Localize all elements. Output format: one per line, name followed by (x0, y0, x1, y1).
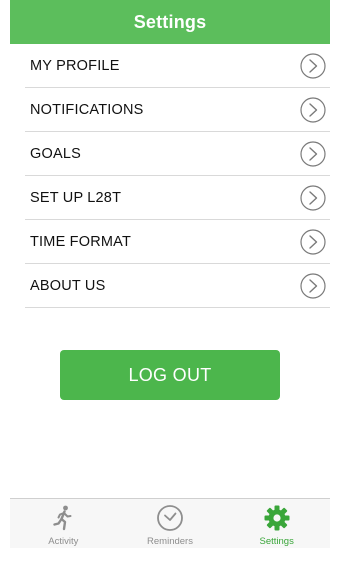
chevron-right-icon (300, 52, 326, 79)
menu-item-notifications[interactable]: NOTIFICATIONS (25, 88, 330, 132)
gear-icon (264, 505, 290, 531)
tab-activity[interactable]: Activity (10, 499, 117, 548)
menu-item-my-profile[interactable]: MY PROFILE (25, 44, 330, 88)
runner-icon (53, 505, 72, 531)
tab-settings[interactable]: Settings (223, 499, 330, 548)
chevron-right-icon (300, 96, 326, 123)
logout-button[interactable]: LOG OUT (60, 350, 280, 400)
page-title: Settings (133, 11, 207, 32)
menu-item-label: MY PROFILE (30, 57, 120, 74)
chevron-right-icon (300, 184, 326, 211)
menu-item-about-us[interactable]: ABOUT US (25, 264, 330, 308)
header-bar: Settings (10, 0, 330, 44)
tab-bar: Activity Reminders Settings (10, 498, 330, 548)
menu-item-set-up-l28t[interactable]: SET UP L28T (25, 176, 330, 220)
menu-item-time-format[interactable]: TIME FORMAT (25, 220, 330, 264)
menu-item-goals[interactable]: GOALS (25, 132, 330, 176)
settings-menu: MY PROFILE NOTIFICATIONS GOALS SET UP L2… (25, 44, 330, 308)
chevron-right-icon (300, 228, 326, 255)
tab-reminders[interactable]: Reminders (117, 499, 224, 548)
menu-item-label: GOALS (30, 145, 81, 162)
menu-item-label: NOTIFICATIONS (30, 101, 144, 118)
menu-item-label: SET UP L28T (30, 189, 122, 206)
tab-label: Reminders (147, 536, 193, 547)
menu-item-label: TIME FORMAT (30, 233, 132, 250)
chevron-right-icon (300, 140, 326, 167)
chevron-right-icon (300, 272, 326, 299)
menu-item-label: ABOUT US (30, 277, 106, 294)
tab-label: Settings (259, 536, 294, 547)
tab-label: Activity (48, 536, 79, 547)
settings-screen: Settings MY PROFILE NOTIFICATIONS GOALS (10, 0, 330, 548)
clock-icon (157, 505, 183, 531)
